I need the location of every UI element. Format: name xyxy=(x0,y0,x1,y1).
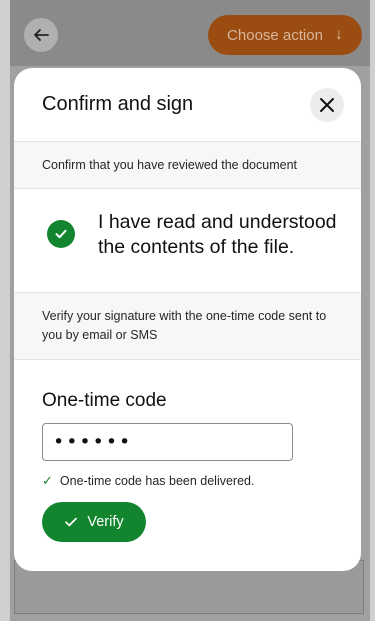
choose-action-button[interactable]: Choose action ↓ xyxy=(208,15,362,55)
confirm-checkbox-row[interactable]: I have read and understood the contents … xyxy=(14,189,361,293)
one-time-code-input[interactable] xyxy=(42,423,293,461)
verify-label: Verify xyxy=(87,514,124,530)
arrow-down-icon: ↓ xyxy=(334,26,343,43)
check-icon: ✓ xyxy=(42,473,53,488)
dialog-title: Confirm and sign xyxy=(42,93,194,115)
verify-note-text: Verify your signature with the one-time … xyxy=(42,309,327,342)
back-button[interactable] xyxy=(24,18,58,52)
close-button[interactable] xyxy=(310,87,344,122)
close-icon xyxy=(319,97,335,113)
choose-action-label: Choose action xyxy=(227,26,323,44)
checkmark-circle-icon[interactable] xyxy=(47,220,75,248)
arrow-left-icon xyxy=(32,26,50,44)
confirm-sign-dialog: Confirm and sign Confirm that you have r… xyxy=(14,68,361,571)
review-note-text: Confirm that you have reviewed the docum… xyxy=(42,157,297,172)
verify-button[interactable]: Verify xyxy=(42,502,146,542)
check-icon xyxy=(64,515,78,529)
delivered-status: ✓ One-time code has been delivered. xyxy=(42,473,333,489)
confirm-text: I have read and understood the contents … xyxy=(98,211,337,259)
code-label: One-time code xyxy=(42,390,167,411)
code-section: One-time code ✓ One-time code has been d… xyxy=(14,360,361,542)
verify-note-section: Verify your signature with the one-time … xyxy=(14,293,361,360)
delivered-text: One-time code has been delivered. xyxy=(59,474,255,488)
review-note-section: Confirm that you have reviewed the docum… xyxy=(14,142,361,189)
dialog-header: Confirm and sign xyxy=(14,68,361,142)
